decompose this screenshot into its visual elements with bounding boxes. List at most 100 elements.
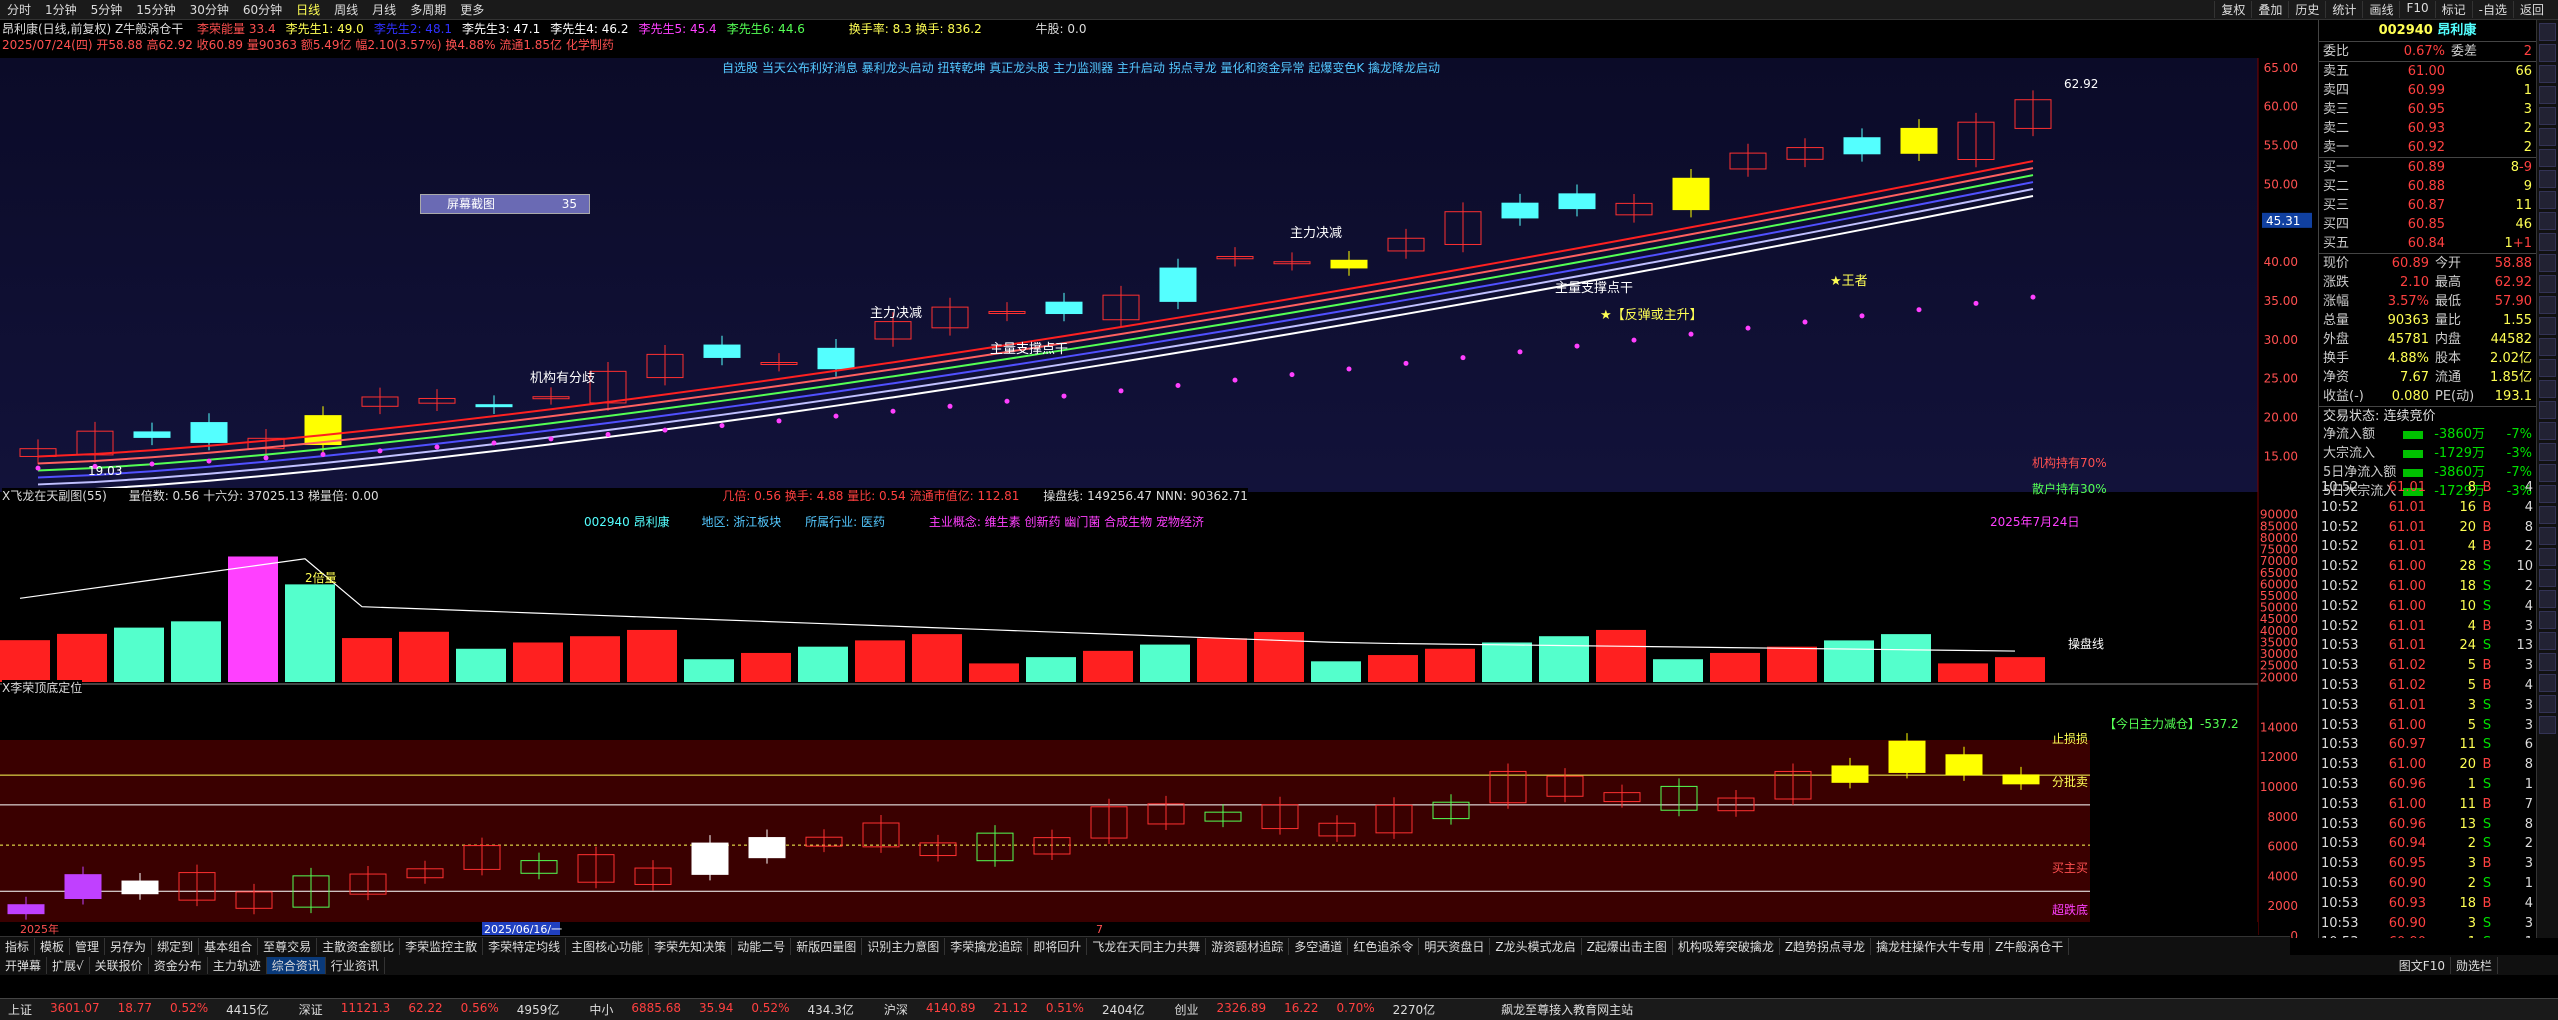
- side-tool-icon[interactable]: [2539, 317, 2556, 335]
- tick-list[interactable]: 10:52 61.01 8 B 4 10:52 61.01 16 B 4 10:52 61.01 20 B…: [2318, 478, 2536, 938]
- indicator-btn-0[interactable]: 指标: [0, 938, 36, 955]
- indicator-btn-12[interactable]: 动能二号: [732, 938, 792, 955]
- side-tool-icon[interactable]: [2539, 86, 2556, 104]
- top-menu-3[interactable]: 统计: [2325, 1, 2362, 18]
- indicator-btn-24[interactable]: 机构吸筹突破擒龙: [1673, 938, 1780, 955]
- side-tool-icon[interactable]: [2539, 170, 2556, 188]
- info-btn-5[interactable]: 综合资讯: [266, 956, 326, 974]
- side-tool-icon[interactable]: [2539, 233, 2556, 251]
- side-tool-icon[interactable]: [2539, 674, 2556, 692]
- info-btn-4[interactable]: 主力轨迹: [208, 956, 267, 974]
- side-tool-icon[interactable]: [2539, 149, 2556, 167]
- indicator-btn-15[interactable]: 李荣擒龙追踪: [945, 938, 1029, 955]
- side-tool-icon[interactable]: [2539, 464, 2556, 482]
- tick-time: 10:53: [2321, 697, 2359, 713]
- chart-area[interactable]: 昂利康(日线,前复权) Z牛般涡仓干 李荣能量 33.4 李先生1: 49.0 李先…: [0, 20, 2318, 938]
- side-tool-icon[interactable]: [2539, 695, 2556, 713]
- tab-3[interactable]: 15分钟: [129, 1, 182, 18]
- indicator-btn-1[interactable]: 模板: [35, 938, 71, 955]
- indicator-btn-9[interactable]: 李荣特定均线: [483, 938, 567, 955]
- side-tool-icon[interactable]: [2539, 191, 2556, 209]
- stat-row-7: 收益(-) 0.080 PE(动) 193.1: [2319, 387, 2536, 406]
- side-tool-icon[interactable]: [2539, 401, 2556, 419]
- indicator-btn-16[interactable]: 即将回升: [1028, 938, 1088, 955]
- top-menu-4[interactable]: 画线: [2362, 1, 2399, 18]
- indicator-btn-23[interactable]: Z起爆出击主图: [1582, 938, 1673, 955]
- top-menu-5[interactable]: F10: [2399, 1, 2434, 18]
- side-tool-icon[interactable]: [2539, 107, 2556, 125]
- side-tool-icon[interactable]: [2539, 44, 2556, 62]
- side-tool-icon[interactable]: [2539, 569, 2556, 587]
- indicator-btn-7[interactable]: 主散资金额比: [317, 938, 401, 955]
- side-tool-icon[interactable]: [2539, 548, 2556, 566]
- top-menu-8[interactable]: 返回: [2512, 1, 2550, 18]
- indicator-btn-2[interactable]: 管理: [70, 938, 106, 955]
- side-tool-icon[interactable]: [2539, 380, 2556, 398]
- indicator-btn-21[interactable]: 明天资盘日: [1419, 938, 1491, 955]
- side-tool-icon[interactable]: [2539, 338, 2556, 356]
- tick-volume: 11: [2459, 796, 2476, 812]
- tab-6[interactable]: 日线: [289, 1, 327, 18]
- info-btn-2[interactable]: 关联报价: [90, 956, 149, 974]
- side-tool-icon[interactable]: [2539, 359, 2556, 377]
- side-tool-icon[interactable]: [2539, 212, 2556, 230]
- indicator-btn-25[interactable]: Z趋势拐点寻龙: [1780, 938, 1872, 955]
- side-tool-icon[interactable]: [2539, 506, 2556, 524]
- top-menu-0[interactable]: 复权: [2214, 1, 2251, 18]
- indicator-btn-4[interactable]: 绑定到: [152, 938, 200, 955]
- indicator-btn-3[interactable]: 另存为: [105, 938, 153, 955]
- side-tool-icon[interactable]: [2539, 65, 2556, 83]
- side-tool-icon[interactable]: [2539, 632, 2556, 650]
- indicator-btn-11[interactable]: 李荣先知决策: [649, 938, 733, 955]
- top-menu-6[interactable]: 标记: [2434, 1, 2472, 18]
- indicator-btn-18[interactable]: 游资题材追踪: [1206, 938, 1290, 955]
- tab-0[interactable]: 分时: [0, 1, 38, 18]
- side-tool-icon[interactable]: [2539, 485, 2556, 503]
- side-tool-icon[interactable]: [2539, 443, 2556, 461]
- quote-title: 002940 昂利康: [2319, 20, 2536, 42]
- tab-10[interactable]: 更多: [453, 1, 491, 18]
- top-menu-2[interactable]: 历史: [2288, 1, 2325, 18]
- tab-9[interactable]: 多周期: [403, 1, 453, 18]
- side-tool-icon[interactable]: [2539, 611, 2556, 629]
- indicator-btn-6[interactable]: 至尊交易: [258, 938, 318, 955]
- bottom-tool-1[interactable]: 勋选栏: [2451, 956, 2498, 974]
- side-tool-icon[interactable]: [2539, 23, 2556, 41]
- indicator-btn-19[interactable]: 多空通道: [1289, 938, 1349, 955]
- indicator-btn-14[interactable]: 识别主力意图: [862, 938, 946, 955]
- side-tool-icon[interactable]: [2539, 128, 2556, 146]
- tab-1[interactable]: 1分钟: [38, 1, 84, 18]
- info-btn-6[interactable]: 行业资讯: [326, 956, 385, 974]
- tab-5[interactable]: 60分钟: [236, 1, 289, 18]
- side-tool-icon[interactable]: [2539, 296, 2556, 314]
- info-btn-3[interactable]: 资金分布: [149, 956, 208, 974]
- side-tool-icon[interactable]: [2539, 527, 2556, 545]
- info-btn-1[interactable]: 扩展√: [47, 956, 90, 974]
- annotation-main-reduce: 主力决减: [870, 306, 922, 321]
- indicator-btn-10[interactable]: 主图核心功能: [566, 938, 650, 955]
- indicator-btn-13[interactable]: 新版四量图: [791, 938, 863, 955]
- tab-4[interactable]: 30分钟: [183, 1, 236, 18]
- bottom-tool-0[interactable]: 图文F10: [2394, 956, 2451, 974]
- indicator-btn-8[interactable]: 李荣监控主散: [400, 938, 484, 955]
- side-tool-icon[interactable]: [2539, 422, 2556, 440]
- side-tool-icon[interactable]: [2539, 275, 2556, 293]
- indicator-btn-5[interactable]: 基本组合: [199, 938, 259, 955]
- side-tool-icon[interactable]: [2539, 254, 2556, 272]
- info-btn-0[interactable]: 开弹幕: [0, 956, 48, 974]
- tab-8[interactable]: 月线: [365, 1, 403, 18]
- tab-2[interactable]: 5分钟: [84, 1, 130, 18]
- tick-count: 7: [2524, 796, 2533, 812]
- top-menu-1[interactable]: 叠加: [2251, 1, 2288, 18]
- indicator-btn-26[interactable]: 擒龙柱操作大牛专用: [1871, 938, 1991, 955]
- side-tool-icon[interactable]: [2539, 716, 2556, 734]
- region-label: 地区: 浙江板块: [701, 515, 782, 529]
- indicator-btn-22[interactable]: Z龙头模式龙启: [1490, 938, 1582, 955]
- indicator-btn-17[interactable]: 飞龙在天同主力共舞: [1087, 938, 1207, 955]
- side-tool-icon[interactable]: [2539, 653, 2556, 671]
- tab-7[interactable]: 周线: [327, 1, 365, 18]
- side-tool-icon[interactable]: [2539, 590, 2556, 608]
- indicator-btn-20[interactable]: 红色追杀令: [1348, 938, 1420, 955]
- indicator-btn-27[interactable]: Z牛般涡仓干: [1990, 938, 2070, 955]
- top-menu-7[interactable]: -自选: [2471, 1, 2513, 18]
